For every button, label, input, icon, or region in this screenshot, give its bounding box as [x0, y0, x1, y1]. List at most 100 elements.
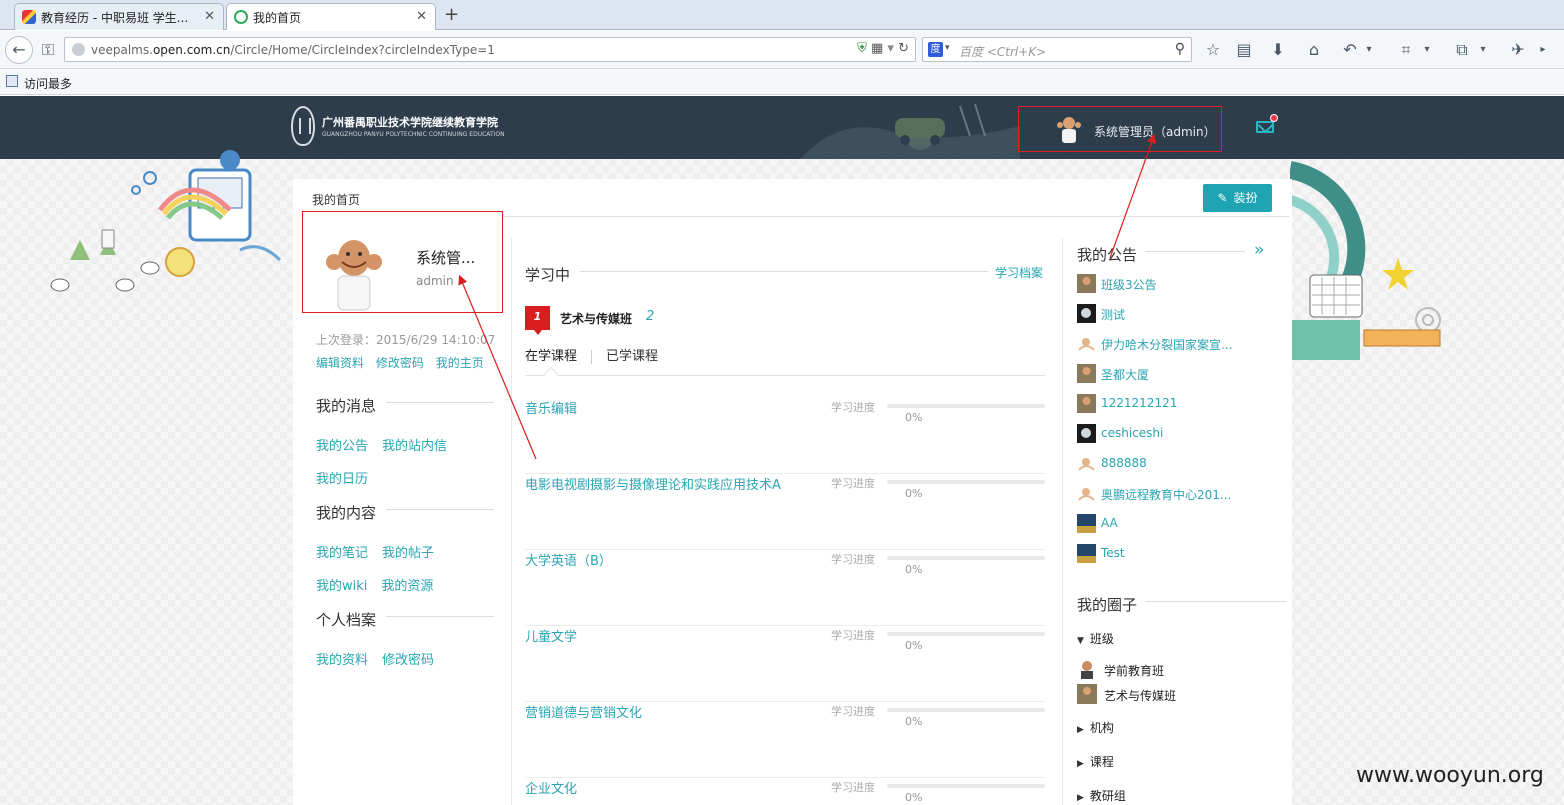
course-name-link[interactable]: 音乐编辑: [525, 398, 577, 417]
collapsed-triangle-icon[interactable]: ▶: [1077, 725, 1084, 735]
my-notices-heading: 我的公告: [1077, 246, 1138, 264]
course-name-link[interactable]: 儿童文学: [525, 626, 577, 645]
expanded-triangle-icon[interactable]: ▼: [1077, 636, 1084, 646]
my-notices-link[interactable]: 我的公告: [316, 439, 368, 454]
progress-bar: [887, 404, 1045, 408]
browser-tab-home[interactable]: 我的首页 ✕: [226, 3, 436, 30]
search-icon[interactable]: ⚲: [1175, 41, 1185, 57]
notice-title[interactable]: 888888: [1101, 456, 1147, 470]
change-password-link[interactable]: 修改密码: [376, 356, 424, 370]
bookmark-star-icon[interactable]: ☆: [1201, 38, 1225, 62]
my-homepage-link[interactable]: 我的主页: [436, 356, 484, 370]
progress-value: 0%: [905, 715, 923, 728]
collapsed-triangle-icon[interactable]: ▶: [1077, 793, 1084, 803]
baidu-engine-icon[interactable]: 度: [928, 42, 943, 57]
search-box[interactable]: 度 ▾ 百度 <Ctrl+K> ⚲: [922, 37, 1192, 62]
my-posts-link[interactable]: 我的帖子: [382, 546, 434, 561]
divider: [386, 402, 494, 403]
class-name[interactable]: 艺术与传媒班: [560, 310, 632, 327]
messages-menu-row: 我的日历: [316, 468, 382, 487]
notice-title[interactable]: 班级3公告: [1101, 276, 1157, 293]
notice-title[interactable]: 1221212121: [1101, 396, 1177, 410]
my-wiki-link[interactable]: 我的wiki: [316, 579, 367, 594]
close-tab-icon[interactable]: ✕: [204, 9, 215, 24]
progress-label: 学习进度: [831, 401, 875, 414]
bookmark-most-visited[interactable]: 访问最多: [24, 75, 72, 92]
bookmarks-bar: 访问最多: [0, 70, 1564, 95]
collapsed-triangle-icon[interactable]: ▶: [1077, 759, 1084, 769]
notice-thumbnail: [1077, 364, 1096, 383]
circle-avatar: [1077, 684, 1097, 704]
dropdown-arrow-icon[interactable]: ▾: [887, 41, 894, 56]
course-name-link[interactable]: 大学英语（B）: [525, 550, 612, 569]
engine-dropdown-icon[interactable]: ▾: [945, 43, 950, 53]
circle-group-label: 机构: [1089, 721, 1114, 735]
notice-title[interactable]: ceshiceshi: [1101, 426, 1163, 440]
tab-current-courses[interactable]: 在学课程: [525, 349, 577, 364]
course-name-link[interactable]: 营销道德与营销文化: [525, 702, 642, 721]
double-chevron-right-icon[interactable]: »: [1254, 240, 1264, 260]
notice-thumbnail: [1077, 544, 1096, 563]
notice-title[interactable]: Test: [1101, 546, 1125, 560]
circle-group-course[interactable]: ▶ 课程: [1077, 753, 1114, 770]
my-resources-link[interactable]: 我的资源: [381, 579, 433, 594]
dropdown-arrow-icon[interactable]: ▾: [1476, 38, 1490, 62]
logo-title[interactable]: 广州番禺职业技术学院继续教育学院: [322, 114, 498, 130]
column-divider: [1062, 238, 1063, 805]
course-name-link[interactable]: 电影电视剧摄影与摄像理论和实践应用技术A: [525, 474, 781, 493]
circle-name[interactable]: 学前教育班: [1104, 662, 1164, 679]
dropdown-arrow-icon[interactable]: ▾: [1420, 38, 1434, 62]
notice-title[interactable]: 奥鹏远程教育中心201...: [1101, 486, 1231, 503]
notice-thumbnail: [1077, 304, 1096, 323]
circle-group-org[interactable]: ▶ 机构: [1077, 719, 1114, 736]
key-icon[interactable]: ⚿: [36, 38, 60, 62]
back-button[interactable]: ←: [5, 36, 33, 64]
window-icon[interactable]: ⧉: [1450, 38, 1474, 62]
address-bar-icons: ⛨ ▦ ▾ ↻: [857, 41, 909, 56]
new-tab-icon[interactable]: +: [444, 4, 459, 25]
my-inbox-link[interactable]: 我的站内信: [382, 439, 447, 454]
url-text[interactable]: veepalms.open.com.cn/Circle/Home/CircleI…: [91, 43, 495, 57]
home-icon[interactable]: ⌂: [1302, 38, 1326, 62]
circle-name[interactable]: 艺术与传媒班: [1104, 687, 1176, 704]
crop-icon[interactable]: ⌗: [1394, 38, 1418, 62]
circle-group-research[interactable]: ▶ 教研组: [1077, 787, 1126, 804]
class-course-count: 2: [646, 309, 655, 324]
mail-icon[interactable]: [1256, 121, 1274, 133]
tab-completed-courses[interactable]: 已学课程: [606, 349, 658, 364]
circle-group-class[interactable]: ▼ 班级: [1077, 630, 1114, 647]
qr-code-icon[interactable]: ▦: [871, 41, 883, 56]
dropdown-arrow-icon[interactable]: ▾: [1362, 38, 1376, 62]
notice-title[interactable]: AA: [1101, 516, 1118, 530]
refresh-icon[interactable]: ↻: [898, 41, 909, 56]
notice-title[interactable]: 测试: [1101, 306, 1125, 323]
extension-icon[interactable]: ✈: [1506, 38, 1530, 62]
my-info-link[interactable]: 我的资料: [316, 653, 368, 668]
progress-bar: [887, 480, 1045, 484]
overflow-menu-icon[interactable]: ▸: [1536, 38, 1550, 62]
address-bar[interactable]: veepalms.open.com.cn/Circle/Home/CircleI…: [64, 37, 916, 62]
shield-icon[interactable]: ⛨: [857, 41, 867, 56]
learning-archive-link[interactable]: 学习档案: [995, 264, 1043, 281]
my-notes-link[interactable]: 我的笔记: [316, 546, 368, 561]
header-user-menu[interactable]: 系统管理员（admin）: [1018, 106, 1222, 152]
browser-tab-education[interactable]: 教育经历 - 中职易班 学生... ✕: [14, 3, 224, 30]
notice-thumbnail: [1077, 334, 1096, 353]
my-calendar-link[interactable]: 我的日历: [316, 472, 368, 487]
notice-thumbnail: [1077, 454, 1096, 473]
school-logo-icon[interactable]: [291, 106, 315, 146]
progress-bar: [887, 708, 1045, 712]
close-tab-icon[interactable]: ✕: [416, 9, 427, 24]
change-password-link[interactable]: 修改密码: [382, 653, 434, 668]
header-username[interactable]: 系统管理员（admin）: [1094, 123, 1216, 140]
course-name-link[interactable]: 企业文化: [525, 778, 577, 797]
undo-icon[interactable]: ↶: [1338, 38, 1362, 62]
profile-avatar[interactable]: [320, 232, 388, 312]
notice-title[interactable]: 圣都大厦: [1101, 366, 1149, 383]
notice-title[interactable]: 伊力哈木分裂国家案宣...: [1101, 336, 1232, 353]
dress-up-button[interactable]: ✎ 装扮: [1203, 184, 1272, 212]
messages-menu-row: 我的公告 我的站内信: [316, 435, 461, 454]
download-icon[interactable]: ⬇: [1266, 38, 1290, 62]
reading-list-icon[interactable]: ▤: [1232, 38, 1256, 62]
edit-profile-link[interactable]: 编辑资料: [316, 356, 364, 370]
